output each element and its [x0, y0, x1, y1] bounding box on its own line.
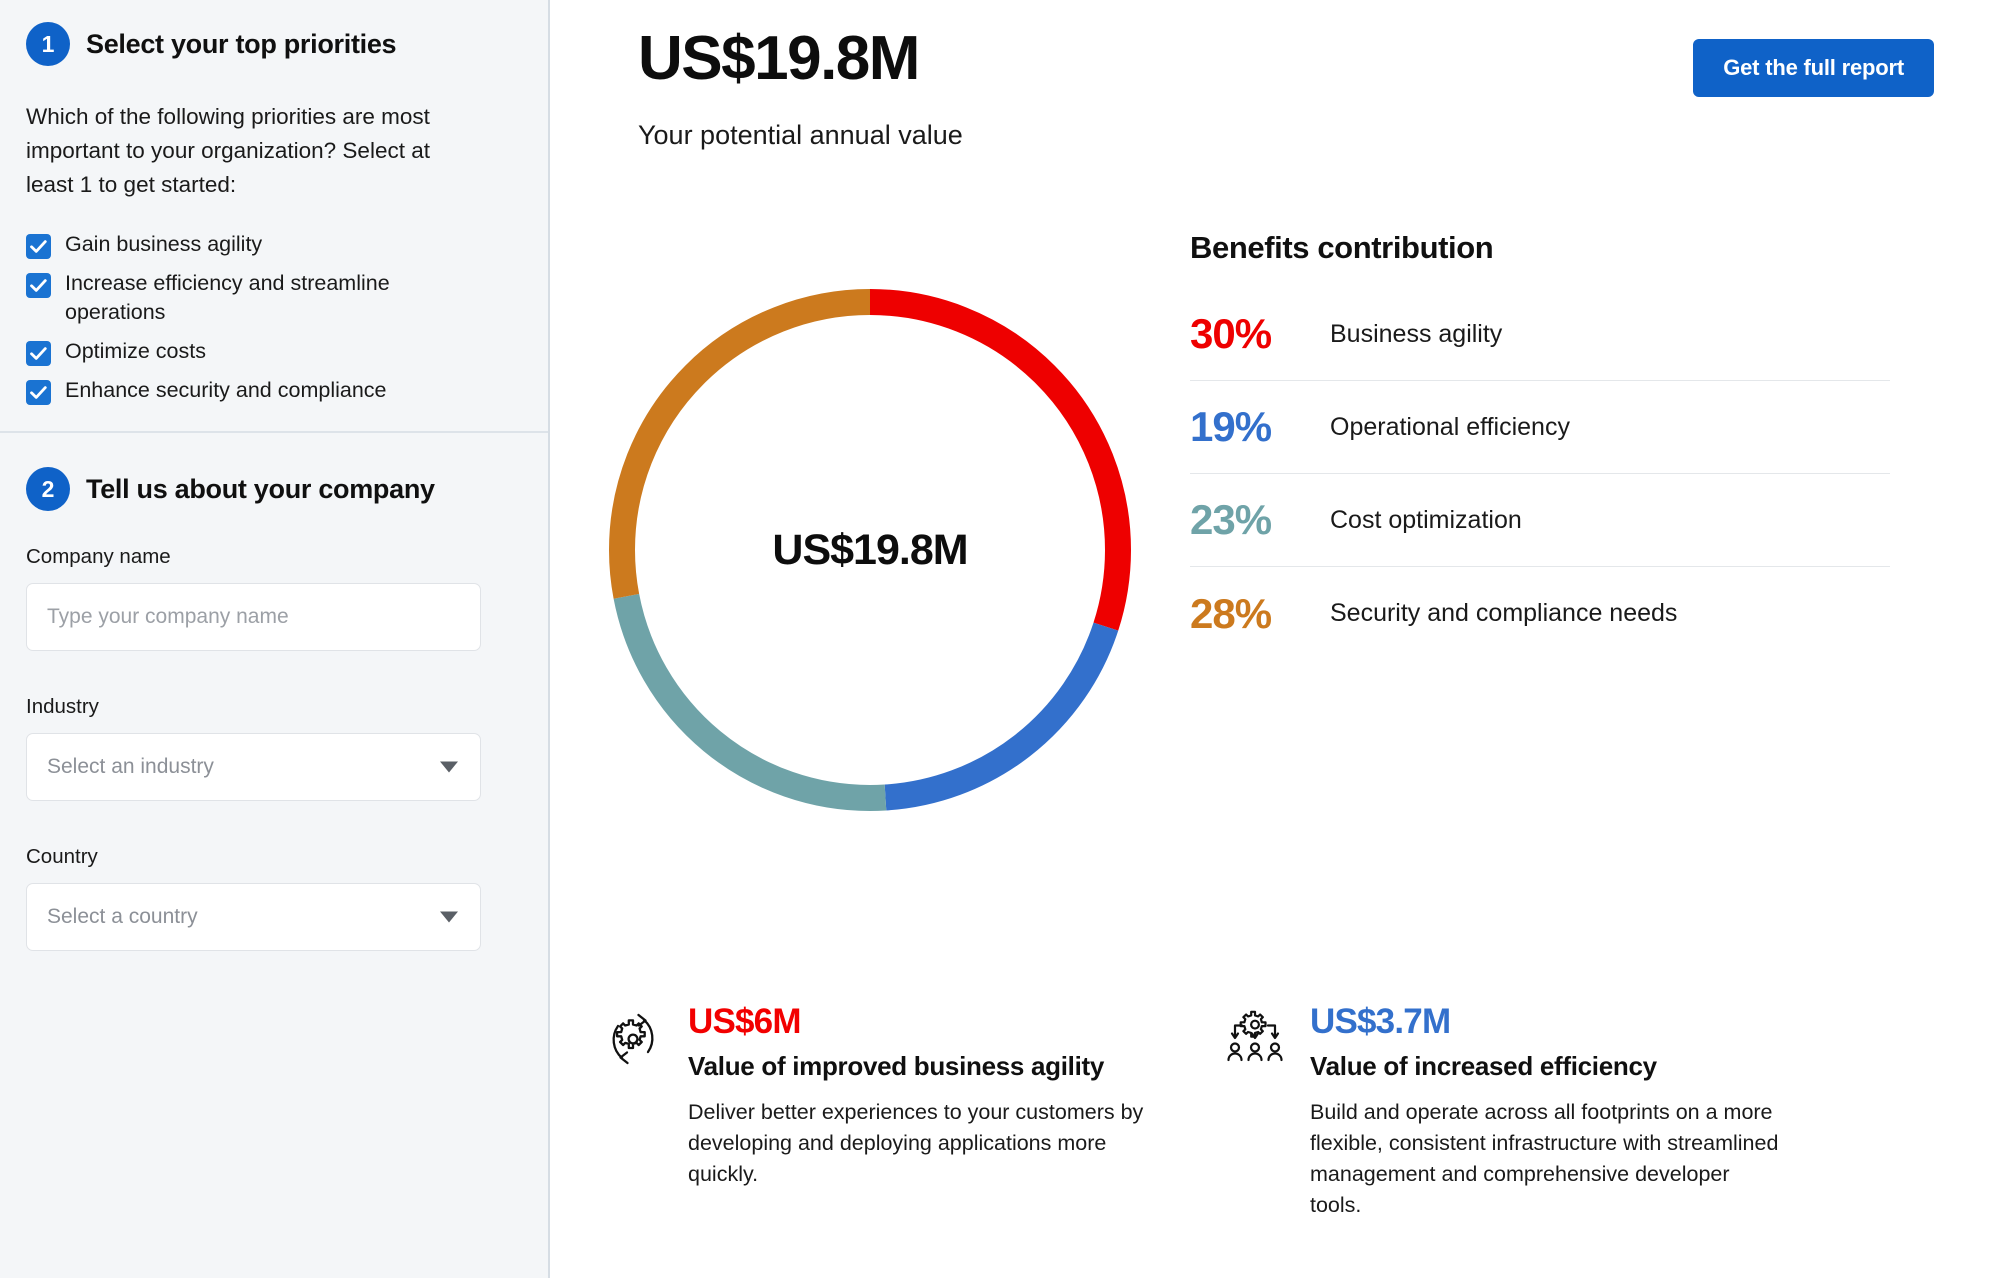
potential-value-amount: US$19.8M — [638, 24, 920, 93]
value-card-title: Value of improved business agility — [688, 1051, 1105, 1081]
value-card-amount: US$6M — [688, 1002, 802, 1041]
hero-block: US$19.8M Your potential annual value — [638, 22, 963, 151]
value-card-increased-efficiency: US$3.7M Value of increased efficiency Bu… — [1222, 1000, 1782, 1221]
industry-field-group: Industry Select an industry — [26, 695, 522, 801]
country-label: Country — [26, 845, 98, 868]
value-card-description: Build and operate across all footprints … — [1310, 1100, 1779, 1217]
benefit-label: Cost optimization — [1330, 505, 1522, 534]
benefit-label: Operational efficiency — [1330, 412, 1570, 441]
priority-option-optimize-costs[interactable]: Optimize costs — [26, 337, 522, 366]
benefit-row: 23% Cost optimization — [1190, 474, 1890, 567]
benefit-percent: 30% — [1190, 310, 1272, 357]
gear-to-people-icon — [1222, 1000, 1288, 1221]
benefits-contribution-panel: Benefits contribution 30% Business agili… — [1190, 230, 1890, 660]
benefit-row: 28% Security and compliance needs — [1190, 567, 1890, 660]
checkbox-checked-icon[interactable] — [26, 273, 51, 298]
chevron-down-icon — [440, 761, 458, 773]
step-1-title: Select your top priorities — [86, 28, 397, 59]
benefit-row: 30% Business agility — [1190, 288, 1890, 381]
priority-option-business-agility[interactable]: Gain business agility — [26, 230, 522, 259]
industry-select-value: Select an industry — [47, 755, 214, 778]
step-1-number-badge: 1 — [26, 22, 70, 66]
benefit-label: Business agility — [1330, 319, 1503, 348]
potential-value-caption: Your potential annual value — [638, 120, 963, 150]
benefit-percent: 19% — [1190, 403, 1272, 450]
value-card-body: US$3.7M Value of increased efficiency Bu… — [1310, 1000, 1782, 1221]
checkbox-checked-icon[interactable] — [26, 341, 51, 366]
industry-label: Industry — [26, 695, 99, 718]
priority-option-label: Gain business agility — [65, 232, 263, 256]
priority-option-enhance-security[interactable]: Enhance security and compliance — [26, 376, 522, 405]
benefit-percent: 28% — [1190, 589, 1272, 637]
step-1-section: 1 Select your top priorities Which of th… — [0, 0, 548, 431]
value-calculator-page: 1 Select your top priorities Which of th… — [0, 0, 1999, 1278]
priority-option-label: Enhance security and compliance — [65, 378, 387, 402]
checkbox-checked-icon[interactable] — [26, 380, 51, 405]
priority-options-list: Gain business agility Increase efficienc… — [26, 230, 522, 405]
company-name-input[interactable] — [26, 583, 481, 651]
value-card-title: Value of increased efficiency — [1310, 1051, 1657, 1081]
priority-option-label: Optimize costs — [65, 339, 206, 363]
value-card-description: Deliver better experiences to your custo… — [688, 1100, 1144, 1186]
country-select[interactable]: Select a country — [26, 883, 481, 951]
company-name-field-group: Company name — [26, 545, 522, 651]
step-2-number-badge: 2 — [26, 467, 70, 511]
sidebar: 1 Select your top priorities Which of th… — [0, 0, 550, 1278]
benefit-row: 19% Operational efficiency — [1190, 381, 1890, 474]
priority-option-label: Increase efficiency and streamline opera… — [65, 271, 390, 324]
main-panel: US$19.8M Your potential annual value Get… — [550, 0, 1999, 1278]
benefit-label: Security and compliance needs — [1330, 599, 1678, 627]
industry-select[interactable]: Select an industry — [26, 733, 481, 801]
benefit-percent: 23% — [1190, 496, 1272, 543]
value-card-body: US$6M Value of improved business agility… — [688, 1000, 1160, 1221]
checkbox-checked-icon[interactable] — [26, 234, 51, 259]
donut-center-label: US$19.8M — [772, 525, 968, 574]
step-1-header: 1 Select your top priorities — [26, 22, 522, 66]
step-2-section: 2 Tell us about your company Company nam… — [0, 433, 548, 951]
company-name-label: Company name — [26, 545, 171, 568]
chevron-down-icon — [440, 911, 458, 923]
gear-refresh-icon — [600, 1000, 666, 1221]
country-field-group: Country Select a country — [26, 845, 522, 951]
step-1-question: Which of the following priorities are mo… — [26, 104, 430, 197]
country-select-value: Select a country — [47, 905, 198, 928]
priority-option-increase-efficiency[interactable]: Increase efficiency and streamline opera… — [26, 269, 522, 327]
value-card-business-agility: US$6M Value of improved business agility… — [600, 1000, 1160, 1221]
step-2-header: 2 Tell us about your company — [26, 467, 522, 511]
step-2-title: Tell us about your company — [86, 473, 435, 504]
benefits-contribution-title: Benefits contribution — [1190, 230, 1494, 265]
benefits-donut-chart: US$19.8M — [590, 270, 1150, 830]
value-card-amount: US$3.7M — [1310, 1002, 1451, 1041]
value-cards: US$6M Value of improved business agility… — [600, 1000, 1999, 1221]
get-full-report-button[interactable]: Get the full report — [1693, 39, 1934, 97]
